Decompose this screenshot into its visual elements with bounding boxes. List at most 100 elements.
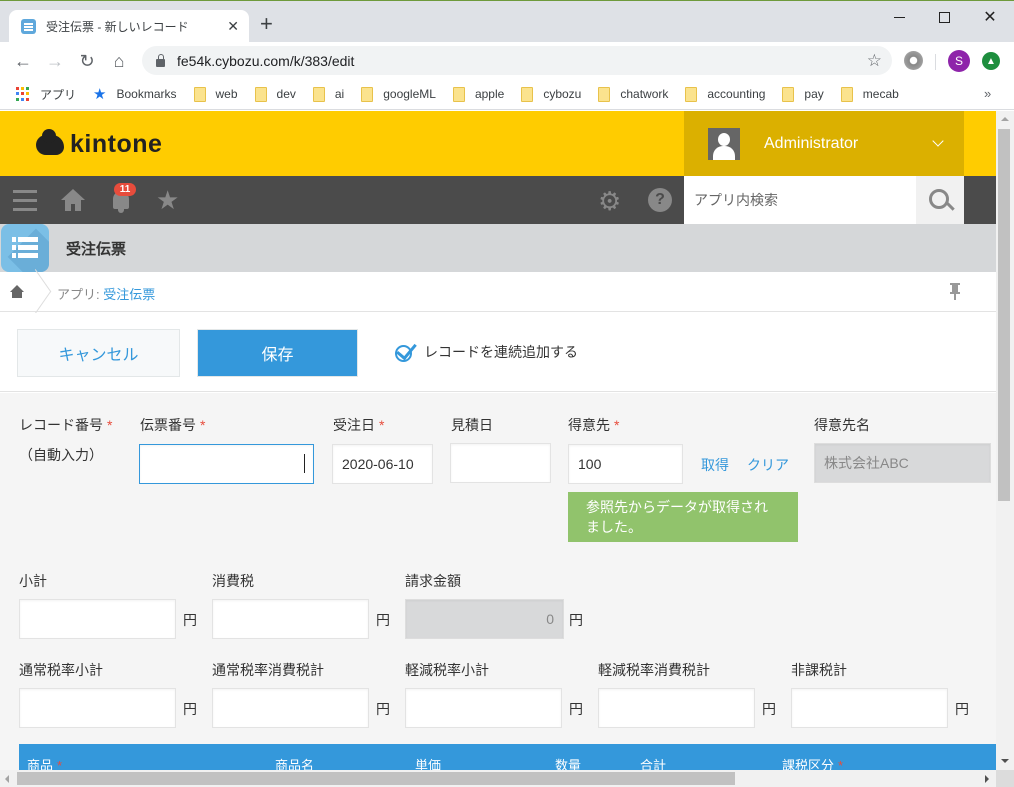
vertical-scroll-thumb[interactable] <box>998 129 1010 501</box>
vertical-scrollbar[interactable] <box>996 111 1014 770</box>
bookmark-label: googleML <box>383 87 436 101</box>
browser-toolbar: ← → ↻ ⌂ fe54k.cybozu.com/k/383/edit ☆ S … <box>0 42 1014 79</box>
folder-icon <box>840 86 853 102</box>
scroll-down-arrow-icon[interactable] <box>1001 759 1009 763</box>
bookmarks-bar: アプリ ★ Bookmarks web dev ai googleML appl… <box>0 79 1014 110</box>
extension-gear-icon[interactable] <box>904 51 923 70</box>
subtotal-input[interactable] <box>19 599 176 639</box>
app-list-icon[interactable] <box>1 224 49 272</box>
new-tab-button[interactable]: + <box>260 13 273 35</box>
tab-title: 受注伝票 - 新しいレコード <box>46 20 189 34</box>
folder-icon <box>685 86 698 102</box>
portal-home-icon[interactable] <box>61 189 85 211</box>
bookmark-folder-googleml[interactable]: googleML <box>361 86 436 102</box>
reduced-rate-subtotal-input[interactable] <box>405 688 562 728</box>
customer-label: 得意先 * <box>568 417 620 433</box>
bookmark-folder-mecab[interactable]: mecab <box>840 86 899 102</box>
save-button[interactable]: 保存 <box>197 329 358 377</box>
window-maximize-button[interactable] <box>921 5 967 29</box>
horizontal-scrollbar[interactable] <box>0 770 996 787</box>
record-number-label: レコード番号 * <box>19 417 113 433</box>
update-arrow-icon[interactable]: ▲ <box>982 52 1000 70</box>
bookmark-label: mecab <box>862 87 899 101</box>
breadcrumb-path: アプリ: 受注伝票 <box>57 284 155 303</box>
kintone-logo[interactable]: kintone <box>36 128 163 159</box>
scroll-left-arrow-icon[interactable] <box>5 775 9 783</box>
user-menu[interactable]: Administrator <box>684 111 964 176</box>
lookup-clear-link[interactable]: クリア <box>747 455 789 475</box>
checkmark-icon <box>394 341 416 363</box>
tab-close-icon[interactable]: ✕ <box>227 18 239 35</box>
bookmark-bookmarks[interactable]: ★ Bookmarks <box>93 85 176 103</box>
tax-exempt-total-input[interactable] <box>791 688 948 728</box>
subtotal-label: 小計 <box>19 573 47 589</box>
reduced-rate-tax-input[interactable] <box>598 688 755 728</box>
more-bookmarks-chevron-icon[interactable]: » <box>984 86 991 101</box>
slip-number-input[interactable] <box>139 444 314 484</box>
bookmark-folder-cybozu[interactable]: cybozu <box>521 86 581 102</box>
back-arrow-icon[interactable]: ← <box>12 50 34 72</box>
continuous-add-checkbox[interactable]: レコードを連続追加する <box>394 341 578 363</box>
yen-unit: 円 <box>955 701 969 717</box>
profile-avatar[interactable]: S <box>948 50 970 72</box>
url-text[interactable]: fe54k.cybozu.com/k/383/edit <box>177 53 867 69</box>
window-close-button[interactable]: ✕ <box>967 5 1013 29</box>
horizontal-scroll-thumb[interactable] <box>17 772 735 785</box>
forward-arrow-icon[interactable]: → <box>44 50 66 72</box>
bookmark-star-icon[interactable]: ☆ <box>867 51 882 71</box>
bookmark-folder-chatwork[interactable]: chatwork <box>598 86 669 102</box>
search-icon[interactable] <box>916 176 964 224</box>
bookmark-label: アプリ <box>40 87 77 102</box>
scroll-up-arrow-icon[interactable] <box>1001 117 1009 121</box>
browser-titlebar: 受注伝票 - 新しいレコード ✕ + ✕ <box>0 0 1014 43</box>
breadcrumb-app-link[interactable]: 受注伝票 <box>103 287 155 302</box>
estimate-date-input[interactable] <box>450 443 551 483</box>
bookmark-label: pay <box>804 87 824 101</box>
folder-icon <box>782 86 795 102</box>
customer-name-label: 得意先名 <box>814 417 870 433</box>
bookmark-label: dev <box>276 87 296 101</box>
standard-rate-subtotal-input[interactable] <box>19 688 176 728</box>
bookmark-folder-web[interactable]: web <box>193 86 238 102</box>
customer-input[interactable] <box>568 444 683 484</box>
window-minimize-button[interactable] <box>876 5 922 29</box>
favorites-star-icon[interactable]: ★ <box>156 185 179 216</box>
tax-exempt-total-label: 非課税計 <box>791 662 847 678</box>
cancel-button[interactable]: キャンセル <box>17 329 180 377</box>
bookmark-folder-dev[interactable]: dev <box>254 86 296 102</box>
pin-icon[interactable] <box>950 283 960 300</box>
logo-text: kintone <box>70 130 163 158</box>
settings-gear-icon[interactable]: ⚙ <box>598 186 621 217</box>
bookmark-folder-accounting[interactable]: accounting <box>685 86 766 102</box>
record-number-value: （自動入力） <box>19 447 103 463</box>
bookmark-folder-apple[interactable]: apple <box>452 86 505 102</box>
lookup-fetch-link[interactable]: 取得 <box>701 455 729 475</box>
reduced-rate-subtotal-label: 軽減税率小計 <box>405 662 489 678</box>
consumption-tax-input[interactable] <box>212 599 369 639</box>
folder-icon <box>254 86 267 102</box>
reload-icon[interactable]: ↻ <box>76 50 98 72</box>
menu-hamburger-icon[interactable] <box>13 190 37 212</box>
folder-icon <box>598 86 611 102</box>
scroll-right-arrow-icon[interactable] <box>985 775 989 783</box>
bookmark-label: web <box>215 87 238 101</box>
customer-name-field <box>814 443 991 483</box>
address-bar[interactable]: fe54k.cybozu.com/k/383/edit ☆ <box>142 46 892 75</box>
bookmark-label: chatwork <box>620 87 669 101</box>
bookmark-folder-ai[interactable]: ai <box>312 86 344 102</box>
browser-home-icon[interactable]: ⌂ <box>108 50 130 72</box>
scrollbar-corner <box>996 770 1014 787</box>
bookmark-label: accounting <box>707 87 766 101</box>
bookmark-folder-pay[interactable]: pay <box>782 86 824 102</box>
bookmark-apps[interactable]: アプリ <box>16 86 76 103</box>
app-search-input[interactable] <box>684 176 916 224</box>
browser-tab-active[interactable]: 受注伝票 - 新しいレコード ✕ <box>9 10 249 43</box>
help-icon[interactable]: ? <box>648 188 672 212</box>
standard-rate-subtotal-label: 通常税率小計 <box>19 662 103 678</box>
folder-icon <box>521 86 534 102</box>
order-date-label: 受注日 * <box>333 417 385 433</box>
breadcrumb-separator <box>34 272 48 312</box>
order-date-input[interactable] <box>332 444 433 484</box>
standard-rate-tax-input[interactable] <box>212 688 369 728</box>
bookmark-label: apple <box>474 87 505 101</box>
